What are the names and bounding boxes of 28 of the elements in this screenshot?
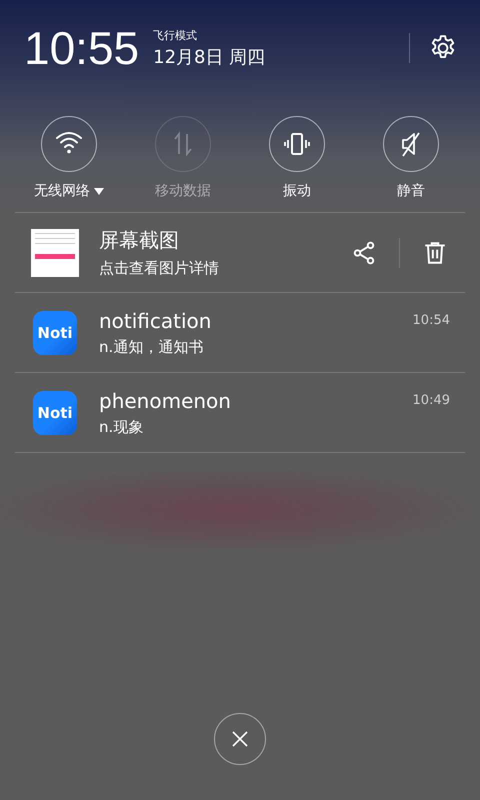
notification-text: 点击查看图片详情 bbox=[99, 259, 220, 278]
notification-item[interactable]: Noti phenomenon n.现象 10:49 bbox=[15, 373, 465, 453]
dropdown-caret-icon[interactable] bbox=[94, 188, 104, 194]
toggle-label: 移动数据 bbox=[155, 182, 211, 200]
toggle-label: 静音 bbox=[397, 182, 425, 200]
screenshot-thumbnail bbox=[31, 228, 79, 276]
notification-time: 10:49 bbox=[412, 393, 450, 408]
wifi-toggle[interactable] bbox=[41, 116, 97, 172]
app-logo: Noti bbox=[33, 390, 77, 434]
notification-text: n.现象 bbox=[99, 418, 144, 436]
notification-title: phenomenon bbox=[99, 388, 232, 412]
close-icon bbox=[230, 729, 250, 749]
notification-item[interactable]: Noti notification n.通知，通知书 10:54 bbox=[15, 293, 465, 373]
app-logo: Noti bbox=[33, 310, 77, 354]
date-text: 12月8日 周四 bbox=[153, 46, 266, 68]
close-button[interactable] bbox=[214, 713, 266, 765]
mode-status: 飞行模式 bbox=[153, 28, 198, 42]
vibrate-toggle[interactable] bbox=[269, 116, 325, 172]
notification-text: n.通知，通知书 bbox=[99, 338, 204, 356]
clock-time: 10:55 bbox=[24, 21, 140, 75]
toggle-label: 无线网络 bbox=[34, 182, 90, 200]
screenshot-notification[interactable]: 屏幕截图 点击查看图片详情 bbox=[15, 213, 465, 293]
share-icon bbox=[351, 240, 377, 266]
toggle-label: 振动 bbox=[283, 182, 311, 200]
notification-title: 屏幕截图 bbox=[99, 227, 180, 254]
notification-time: 10:54 bbox=[412, 313, 450, 328]
mute-toggle[interactable] bbox=[383, 116, 439, 172]
notification-title: notification bbox=[99, 308, 212, 332]
